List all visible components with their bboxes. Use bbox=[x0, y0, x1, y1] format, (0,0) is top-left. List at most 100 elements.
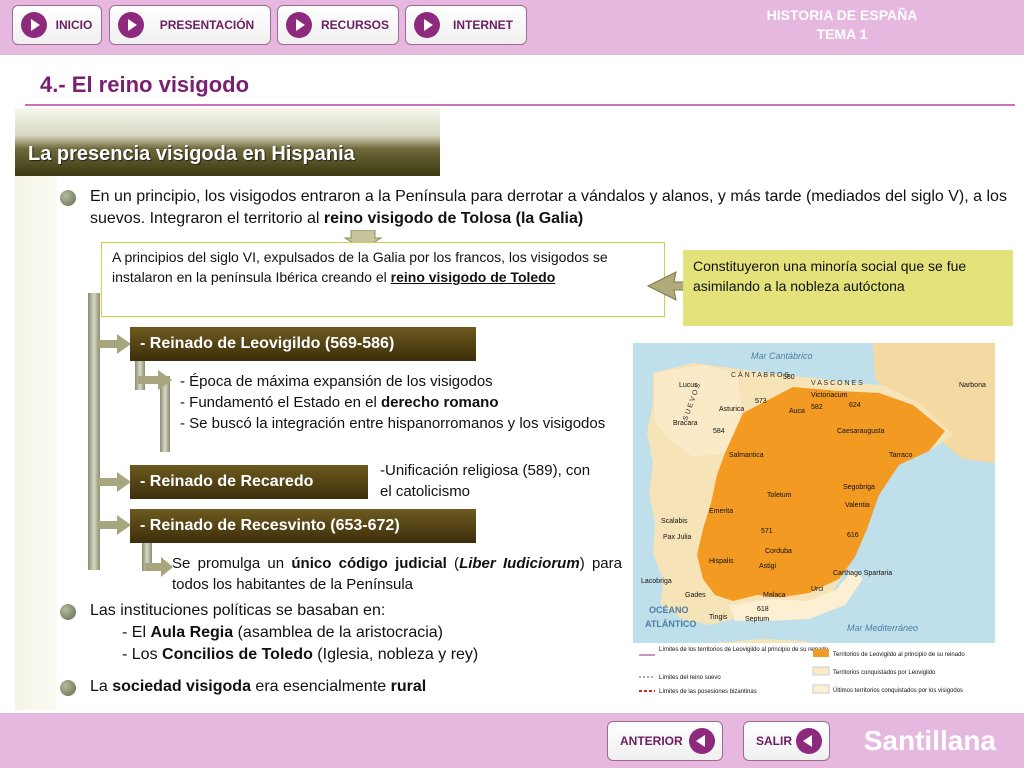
title-divider bbox=[25, 104, 1015, 106]
recesvinto-text-pre: Se promulga un bbox=[172, 555, 292, 572]
play-arrow-icon bbox=[118, 12, 144, 38]
recursos-button[interactable]: RECURSOS bbox=[277, 5, 399, 45]
legend-item: Territorios conquistados por Leovigildo bbox=[833, 670, 936, 676]
society-line: La sociedad visigoda era esencialmente r… bbox=[90, 676, 610, 698]
city-label: Segobriga bbox=[843, 484, 875, 491]
institutions-l1-post: (asamblea de la aristocracia) bbox=[233, 624, 444, 641]
recesvinto-text-mid: ( bbox=[446, 555, 460, 572]
society-bold-1: sociedad visigoda bbox=[112, 678, 251, 695]
city-label: Asturica bbox=[719, 406, 744, 413]
institutions-l2-bold: Concilios de Toledo bbox=[162, 646, 313, 663]
recesvinto-bold: único código judicial bbox=[291, 555, 447, 572]
presentacion-button[interactable]: PRESENTACIÓN bbox=[109, 5, 271, 45]
salir-label: SALIR bbox=[756, 734, 792, 748]
ocean-label-1: OCÉANO bbox=[649, 605, 689, 615]
city-label: Hispalis bbox=[709, 558, 734, 565]
society-mid: era esencialmente bbox=[250, 678, 391, 695]
city-label: Bracara bbox=[673, 420, 698, 427]
leovigildo-points: - Época de máxima expansión de los visig… bbox=[180, 371, 630, 434]
city-label: Lucus bbox=[679, 382, 698, 389]
institutions-intro: Las instituciones políticas se basaban e… bbox=[90, 602, 386, 619]
salir-button[interactable]: SALIR bbox=[743, 721, 830, 761]
leovigildo-point-2-text: - Fundamentó el Estado en el bbox=[180, 394, 381, 411]
year-label: 618 bbox=[757, 606, 769, 613]
sea-med-label: Mar Mediterráneo bbox=[847, 623, 918, 633]
publisher-logo: Santillana bbox=[863, 725, 996, 756]
recesvinto-point: Se promulga un único código judicial (Li… bbox=[172, 553, 622, 595]
play-arrow-icon bbox=[286, 12, 312, 38]
visigoth-map: Mar Cantábrico Mar Mediterráneo OCÉANO A… bbox=[633, 343, 995, 705]
bullet-icon bbox=[60, 680, 76, 696]
city-label: Narbona bbox=[959, 382, 986, 389]
society-bold-2: rural bbox=[390, 678, 427, 695]
anterior-button[interactable]: ANTERIOR bbox=[607, 721, 723, 761]
city-label: Corduba bbox=[765, 548, 792, 555]
city-label: Caesaraugusta bbox=[837, 428, 885, 435]
section-title: 4.- El reino visigodo bbox=[40, 72, 250, 97]
recesvinto-italic: Liber Iudiciorum bbox=[459, 555, 580, 572]
ocean-label-2: ATLÁNTICO bbox=[645, 619, 696, 629]
connector-arrow-icon bbox=[97, 334, 131, 354]
legend-item: Últimos territorios conquistados por los… bbox=[833, 687, 963, 694]
legend-item: Límites de los territorios de Leovigildo… bbox=[659, 647, 829, 653]
sea-north-label: Mar Cantábrico bbox=[751, 351, 813, 361]
leovigildo-point-1: - Época de máxima expansión de los visig… bbox=[180, 373, 493, 390]
connector-arrow-icon bbox=[145, 557, 173, 577]
subtitle-text: La presencia visigoda en Hispania bbox=[28, 143, 355, 165]
anterior-label: ANTERIOR bbox=[620, 734, 683, 748]
city-label: Gades bbox=[685, 592, 706, 599]
leovigildo-point-3: - Se buscó la integración entre hispanor… bbox=[180, 415, 606, 432]
minoria-callout: Constituyeron una minoría social que se … bbox=[683, 250, 1013, 326]
app-title-line2: TEMA 1 bbox=[816, 26, 868, 42]
play-arrow-icon bbox=[414, 12, 440, 38]
city-label: Valentia bbox=[845, 502, 870, 509]
city-label: Carthago Spartaria bbox=[833, 570, 892, 577]
left-decorative-strip bbox=[15, 108, 57, 710]
connector-arrow-icon bbox=[138, 370, 172, 390]
year-label: 571 bbox=[761, 528, 773, 535]
presentacion-label: PRESENTACIÓN bbox=[159, 18, 255, 32]
society-pre: La bbox=[90, 678, 113, 695]
inicio-button[interactable]: INICIO bbox=[12, 5, 102, 45]
city-label: Victoriacum bbox=[811, 392, 848, 399]
city-label: Tarraco bbox=[889, 452, 912, 459]
intro-paragraph: En un principio, los visigodos entraron … bbox=[90, 186, 1010, 230]
exit-arrow-icon bbox=[796, 728, 822, 754]
city-label: Scalabis bbox=[661, 518, 688, 525]
institutions-l1-bold: Aula Regia bbox=[150, 624, 234, 641]
institutions-line-1: - El Aula Regia (asamblea de la aristocr… bbox=[90, 622, 610, 644]
city-label: Emerita bbox=[709, 508, 733, 515]
reign-recaredo-bar[interactable]: - Reinado de Recaredo bbox=[130, 465, 368, 499]
institutions-block: Las instituciones políticas se basaban e… bbox=[90, 600, 610, 666]
leovigildo-point-2: - Fundamentó el Estado en el derecho rom… bbox=[180, 392, 630, 413]
bullet-icon bbox=[60, 190, 76, 206]
back-arrow-icon bbox=[689, 728, 715, 754]
reign-leovigildo-bar[interactable]: - Reinado de Leovigildo (569-586) bbox=[130, 327, 476, 361]
legend-item: Límites de las posesiones bizantinas bbox=[659, 689, 757, 695]
city-label: Septum bbox=[745, 616, 769, 623]
toledo-callout-bold: reino visigodo de Toledo bbox=[390, 269, 556, 285]
legend-item: Límites del reino suevo bbox=[659, 675, 721, 681]
city-label: Toletum bbox=[767, 492, 792, 499]
city-label: Lacobriga bbox=[641, 578, 672, 585]
intro-bold: reino visigodo de Tolosa (la Galia) bbox=[323, 210, 584, 227]
recursos-label: RECURSOS bbox=[320, 18, 389, 32]
city-label: Tingis bbox=[709, 614, 728, 621]
bullet-icon bbox=[60, 604, 76, 620]
institutions-l2-pre: - Los bbox=[122, 646, 163, 663]
city-label: Astigi bbox=[759, 563, 777, 570]
city-label: Urci bbox=[811, 586, 824, 593]
app-title: HISTORIA DE ESPAÑA TEMA 1 bbox=[762, 6, 922, 44]
institutions-l1-pre: - El bbox=[122, 624, 151, 641]
app-title-line1: HISTORIA DE ESPAÑA bbox=[766, 7, 918, 23]
reign-recesvinto-bar[interactable]: - Reinado de Recesvinto (653-672) bbox=[130, 509, 476, 543]
institutions-line-2: - Los Concilios de Toledo (Iglesia, nobl… bbox=[90, 644, 610, 666]
people-label: C Á N T A B R O S bbox=[731, 370, 789, 379]
connector-arrow-icon bbox=[97, 515, 131, 535]
internet-button[interactable]: INTERNET bbox=[405, 5, 527, 45]
legend-item: Territorios de Leovigildo al principio d… bbox=[833, 652, 965, 658]
toledo-callout: A principios del siglo VI, expulsados de… bbox=[101, 242, 665, 317]
year-label: 616 bbox=[847, 532, 859, 539]
year-label: 624 bbox=[849, 402, 861, 409]
city-label: Pax Julia bbox=[663, 534, 692, 541]
